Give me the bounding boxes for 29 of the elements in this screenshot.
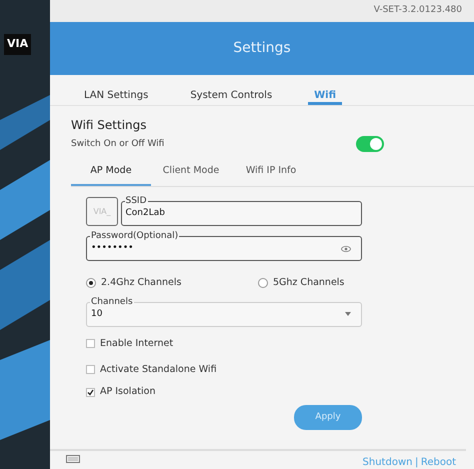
keyboard-icon[interactable] [66,455,80,463]
checkbox-label: Enable Internet [100,336,174,350]
radio-label: 5Ghz Channels [273,276,344,290]
tab[interactable]: Client Mode [151,160,231,186]
section-subtitle: Switch On or Off Wifi [71,138,164,151]
radio-button[interactable] [86,278,96,288]
eye-icon[interactable] [341,246,351,252]
radio-button[interactable] [258,278,268,288]
checkbox-label: AP Isolation [100,385,156,399]
header-title: Settings [50,22,474,75]
password-field[interactable]: Password(Optional) •••••••• [86,232,362,261]
tab[interactable]: System Controls [184,88,278,105]
checkbox[interactable] [86,339,95,348]
version-text: V-SET-3.2.0123.480 [50,0,474,22]
tab[interactable]: LAN Settings [78,88,154,105]
channels-dropdown[interactable]: Channels 10 [86,298,362,326]
tab[interactable]: Wifi IP Info [231,160,311,186]
ssid-prefix: VIA_ [86,197,118,226]
section-title: Wifi Settings [71,117,148,134]
radio-label: 2.4Ghz Channels [101,276,182,290]
caret-icon [345,312,351,316]
logo: VIA [4,34,32,54]
checkbox[interactable] [86,388,95,397]
checkbox[interactable] [86,365,95,374]
tab[interactable]: AP Mode [71,160,151,186]
ssid-field[interactable]: SSID Con2Lab [120,197,362,226]
checkbox-label: Activate Standalone Wifi [100,362,217,377]
wifi-toggle[interactable] [356,136,384,152]
separator-text: | [414,456,418,469]
